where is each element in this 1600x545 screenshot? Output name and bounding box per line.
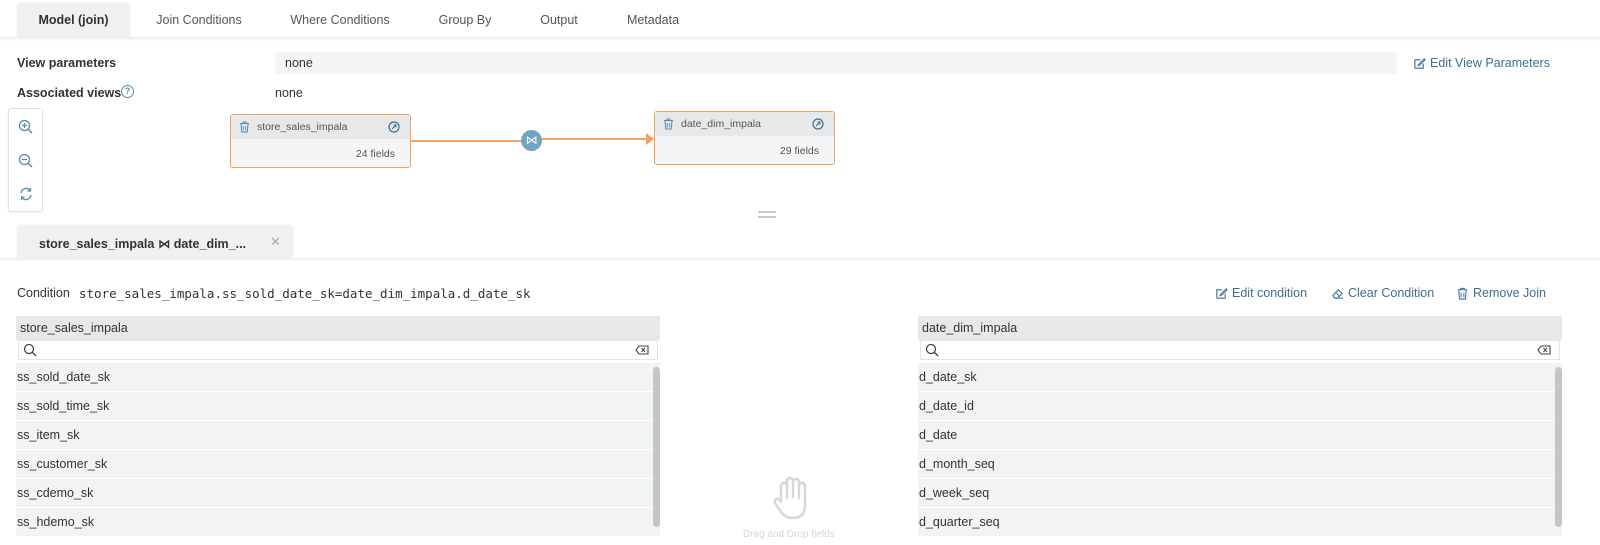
- right-field-list: date_dim_impala d_date_sk d_date_id d_da…: [918, 316, 1562, 537]
- close-icon[interactable]: ✕: [270, 234, 281, 250]
- edit-view-parameters-label: Edit View Parameters: [1430, 56, 1550, 70]
- left-search-input[interactable]: [18, 340, 658, 360]
- zoom-in-icon[interactable]: [18, 119, 34, 135]
- zoom-toolbar: [8, 108, 43, 212]
- edit-view-parameters-link[interactable]: Edit View Parameters: [1413, 56, 1550, 70]
- tab-bar-shadow: [0, 37, 1600, 41]
- list-item[interactable]: d_quarter_seq: [918, 508, 1562, 537]
- refresh-icon[interactable]: [18, 186, 34, 202]
- search-icon: [925, 343, 939, 357]
- tab-output[interactable]: Output: [526, 4, 592, 38]
- join-tab-bar: store_sales_impala ⋈ date_dim_... ✕: [0, 226, 1600, 259]
- remove-join-label: Remove Join: [1473, 286, 1546, 300]
- list-item[interactable]: ss_sold_date_sk: [16, 363, 660, 392]
- list-item[interactable]: ss_cdemo_sk: [16, 479, 660, 508]
- condition-expression: store_sales_impala.ss_sold_date_sk=date_…: [79, 286, 531, 301]
- view-parameters-value: none: [275, 52, 1397, 74]
- tab-metadata[interactable]: Metadata: [612, 4, 694, 38]
- clear-search-icon[interactable]: [1537, 345, 1551, 355]
- right-node-field-count: 29 fields: [779, 145, 819, 157]
- edit-condition-label: Edit condition: [1232, 286, 1308, 300]
- list-item[interactable]: d_date_id: [918, 392, 1562, 421]
- list-item[interactable]: d_month_seq: [918, 450, 1562, 479]
- right-list-title: date_dim_impala: [918, 316, 1562, 340]
- associated-views-value: none: [275, 86, 303, 100]
- explore-icon[interactable]: [388, 121, 400, 133]
- list-item[interactable]: ss_sold_time_sk: [16, 392, 660, 421]
- list-item[interactable]: d_week_seq: [918, 479, 1562, 508]
- list-item[interactable]: ss_item_sk: [16, 421, 660, 450]
- right-field-rows: d_date_sk d_date_id d_date d_month_seq d…: [918, 363, 1562, 537]
- list-item[interactable]: ss_customer_sk: [16, 450, 660, 479]
- clear-condition-label: Clear Condition: [1348, 286, 1435, 300]
- tab-join-conditions[interactable]: Join Conditions: [140, 4, 258, 38]
- trash-icon[interactable]: [663, 118, 674, 130]
- join-tab[interactable]: store_sales_impala ⋈ date_dim_... ✕: [17, 226, 293, 259]
- list-item[interactable]: ss_hdemo_sk: [16, 508, 660, 537]
- arrowhead-icon: [646, 133, 654, 145]
- trash-icon: [1457, 287, 1468, 300]
- left-table-node[interactable]: store_sales_impala 24 fields: [230, 114, 411, 168]
- drag-drop-hint: Drag and Drop fields: [743, 529, 835, 540]
- tab-model-join[interactable]: Model (join): [17, 4, 130, 38]
- right-search-input[interactable]: [920, 340, 1560, 360]
- left-node-name: store_sales_impala: [257, 121, 348, 133]
- list-item[interactable]: d_date_sk: [918, 363, 1562, 392]
- join-edge-left: [411, 140, 522, 142]
- search-icon: [23, 343, 37, 357]
- explore-icon[interactable]: [812, 118, 824, 130]
- right-table-node[interactable]: date_dim_impala 29 fields: [654, 111, 835, 165]
- left-list-title: store_sales_impala: [16, 316, 660, 340]
- tab-group-by[interactable]: Group By: [424, 4, 506, 38]
- main-tab-bar: Model (join) Join Conditions Where Condi…: [0, 0, 1600, 38]
- edit-icon: [1216, 287, 1228, 299]
- condition-label: Condition: [17, 286, 70, 300]
- join-tab-label: store_sales_impala ⋈ date_dim_...: [39, 237, 247, 251]
- hand-icon: [773, 476, 807, 520]
- left-scrollbar[interactable]: [653, 367, 660, 527]
- associated-views-label: Associated views: [17, 86, 122, 100]
- zoom-out-icon[interactable]: [18, 153, 34, 169]
- join-tab-shadow: [0, 258, 1600, 262]
- trash-icon[interactable]: [239, 121, 250, 133]
- clear-search-icon[interactable]: [635, 345, 649, 355]
- view-parameters-label: View parameters: [17, 56, 117, 70]
- eraser-icon: [1332, 288, 1344, 299]
- resize-handle[interactable]: [758, 211, 776, 218]
- join-edge-right: [542, 138, 648, 140]
- left-field-rows: ss_sold_date_sk ss_sold_time_sk ss_item_…: [16, 363, 660, 537]
- left-field-list: store_sales_impala ss_sold_date_sk ss_so…: [16, 316, 660, 537]
- join-icon[interactable]: ⋈: [521, 130, 542, 151]
- remove-join-link[interactable]: Remove Join: [1456, 286, 1546, 300]
- edit-condition-link[interactable]: Edit condition: [1215, 286, 1307, 300]
- clear-condition-link[interactable]: Clear Condition: [1331, 286, 1434, 300]
- tab-where-conditions[interactable]: Where Conditions: [276, 4, 404, 38]
- edit-icon: [1414, 57, 1426, 69]
- right-scrollbar[interactable]: [1555, 367, 1562, 527]
- list-item[interactable]: d_date: [918, 421, 1562, 450]
- left-node-field-count: 24 fields: [355, 148, 395, 160]
- right-node-name: date_dim_impala: [681, 118, 761, 130]
- help-icon[interactable]: ?: [121, 85, 134, 98]
